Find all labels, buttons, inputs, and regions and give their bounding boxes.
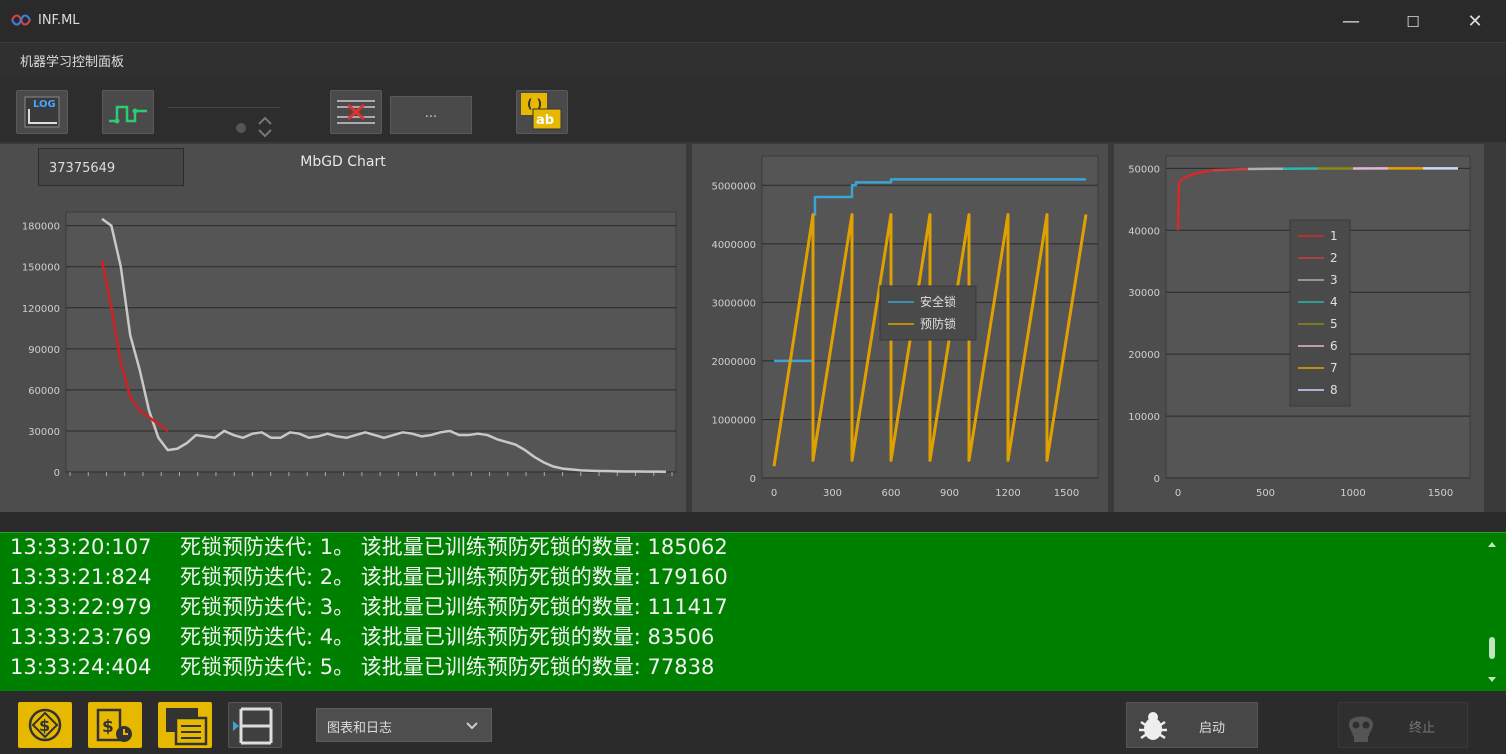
log-line: 13:33:21:824 死锁预防迭代: 2。 该批量已训练预防死锁的数量: 17… xyxy=(10,565,728,589)
y-tick-label: 120000 xyxy=(22,304,60,315)
legend-label: 2 xyxy=(1330,251,1338,265)
ellipsis-button[interactable]: ... xyxy=(390,96,472,134)
stop-button[interactable]: 终止 xyxy=(1338,702,1468,748)
y-tick-label: 30000 xyxy=(28,427,60,438)
close-button[interactable]: ✕ xyxy=(1452,8,1498,36)
clear-list-icon xyxy=(337,100,375,124)
legend-label: 3 xyxy=(1330,273,1338,287)
minimize-button[interactable]: — xyxy=(1328,8,1374,36)
log-line: 13:33:20:107 死锁预防迭代: 1。 该批量已训练预防死锁的数量: 18… xyxy=(10,535,728,559)
y-tick-label: 1000000 xyxy=(711,415,756,426)
save-icon xyxy=(166,708,208,746)
log-line: 13:33:23:769 死锁预防迭代: 4。 该批量已训练预防死锁的数量: 83… xyxy=(10,625,715,649)
chevron-down-icon xyxy=(466,722,478,730)
maximize-button[interactable]: ☐ xyxy=(1390,8,1436,36)
chart-title: MbGD Chart xyxy=(300,154,386,170)
svg-text:ab: ab xyxy=(536,113,554,128)
legend-label: 5 xyxy=(1330,317,1338,331)
series-chart: 0 10000 20000 30000 40000 50000 0 500 1000 1500 1 2… xyxy=(1128,155,1471,499)
log-line: 13:33:22:979 死锁预防迭代: 3。 该批量已训练预防死锁的数量: 11… xyxy=(10,595,728,619)
log-button[interactable]: LOG xyxy=(16,90,68,134)
signal-wave-icon xyxy=(109,105,147,124)
series-line-2 xyxy=(1212,167,1249,172)
dollar-clock-button[interactable]: $ xyxy=(88,702,142,748)
view-select[interactable]: 图表和日志 xyxy=(316,708,492,742)
y-tick-label: 150000 xyxy=(22,263,60,274)
legend-label: 安全锁 xyxy=(920,294,956,309)
toolbar: LOG ... ( ) ab xyxy=(0,77,1506,142)
spinner-indicator xyxy=(236,123,246,133)
legend-label: 6 xyxy=(1330,339,1338,353)
legend-label: 4 xyxy=(1330,295,1338,309)
y-tick-label: 2000000 xyxy=(711,357,756,368)
bottom-bar: $ $ 图表和日志 启动 终止 xyxy=(0,692,1506,754)
stop-label: 终止 xyxy=(1409,721,1436,736)
dollar-clock-icon: $ xyxy=(96,708,132,742)
x-tick-label: 0 xyxy=(771,488,777,499)
x-tick-label: 1500 xyxy=(1428,488,1453,499)
y-tick-label: 30000 xyxy=(1128,288,1160,299)
y-tick-label: 10000 xyxy=(1128,412,1160,423)
y-tick-label: 5000000 xyxy=(711,181,756,192)
clear-button[interactable] xyxy=(330,90,382,134)
chart-panel-mbgd: 37375649 0 30000 60000 90000 120000 150000 180… xyxy=(0,144,686,512)
x-tick-label: 600 xyxy=(881,488,900,499)
menu-control-panel[interactable]: 机器学习控制面板 xyxy=(20,51,124,70)
y-tick-label: 0 xyxy=(750,474,756,485)
mbgd-chart: 0 30000 60000 90000 120000 150000 180000 MbGD C… xyxy=(22,154,677,479)
y-tick-label: 40000 xyxy=(1128,226,1160,237)
save-button[interactable] xyxy=(158,702,212,748)
bug-icon xyxy=(1139,712,1167,740)
layout-h-icon xyxy=(233,707,273,745)
y-tick-label: 0 xyxy=(1154,474,1160,485)
title-bar: INF.ML — ☐ ✕ xyxy=(0,0,1506,42)
regex-button[interactable]: ( ) ab xyxy=(516,90,568,134)
menu-bar: 机器学习控制面板 xyxy=(0,42,1506,78)
y-tick-label: 3000000 xyxy=(711,298,756,309)
legend-box xyxy=(1289,219,1351,407)
svg-text:$: $ xyxy=(102,717,114,737)
x-tick-label: 900 xyxy=(940,488,959,499)
x-tick-label: 1000 xyxy=(1340,488,1365,499)
log-line: 13:33:24:404 死锁预防迭代: 5。 该批量已训练预防死锁的数量: 77… xyxy=(10,655,715,679)
regex-ab-icon: ( ) ab xyxy=(521,93,562,130)
chart-panel-locks: 0 1000000 2000000 3000000 4000000 5000000 0 300… xyxy=(692,144,1108,512)
chart-panel-series: 0 10000 20000 30000 40000 50000 0 500 1000 1500 1 2… xyxy=(1114,144,1484,512)
view-select-value: 图表和日志 xyxy=(327,721,393,736)
log-panel[interactable]: 13:33:20:107 死锁预防迭代: 1。 该批量已训练预防死锁的数量: 18… xyxy=(0,532,1506,691)
legend-label: 预防锁 xyxy=(920,316,956,331)
legend-label: 8 xyxy=(1330,383,1338,397)
start-label: 启动 xyxy=(1199,721,1226,736)
spinner-divider xyxy=(168,107,280,108)
y-tick-label: 4000000 xyxy=(711,240,756,251)
y-tick-label: 180000 xyxy=(22,222,60,233)
log-scrollbar[interactable] xyxy=(1486,539,1498,685)
y-tick-label: 60000 xyxy=(28,386,60,397)
start-button[interactable]: 启动 xyxy=(1126,702,1258,748)
x-tick-label: 500 xyxy=(1256,488,1275,499)
x-tick-label: 0 xyxy=(1175,488,1181,499)
locks-chart: 0 1000000 2000000 3000000 4000000 5000000 0 300… xyxy=(711,155,1099,499)
dollar-circle-button[interactable]: $ xyxy=(18,702,72,748)
x-tick-label: 1500 xyxy=(1054,488,1079,499)
app-logo-icon xyxy=(11,14,31,26)
y-tick-label: 50000 xyxy=(1128,164,1160,175)
svg-text:$: $ xyxy=(39,716,50,735)
legend-label: 7 xyxy=(1330,361,1338,375)
y-tick-label: 90000 xyxy=(28,345,60,356)
skull-icon xyxy=(1349,716,1373,742)
spinner-arrows-icon[interactable] xyxy=(256,115,274,139)
x-tick-label: 300 xyxy=(823,488,842,499)
x-tick-label: 1200 xyxy=(995,488,1020,499)
layout-button[interactable] xyxy=(228,702,282,748)
legend-label: 1 xyxy=(1330,229,1338,243)
window-title: INF.ML xyxy=(38,13,80,28)
dollar-circle-icon: $ xyxy=(28,708,62,742)
y-tick-label: 0 xyxy=(54,468,60,479)
charts-area: 37375649 0 30000 60000 90000 120000 150000 180… xyxy=(0,142,1506,512)
signal-button[interactable] xyxy=(102,90,154,134)
log-icon: LOG xyxy=(24,96,60,128)
svg-text:LOG: LOG xyxy=(33,99,56,110)
y-tick-label: 20000 xyxy=(1128,350,1160,361)
